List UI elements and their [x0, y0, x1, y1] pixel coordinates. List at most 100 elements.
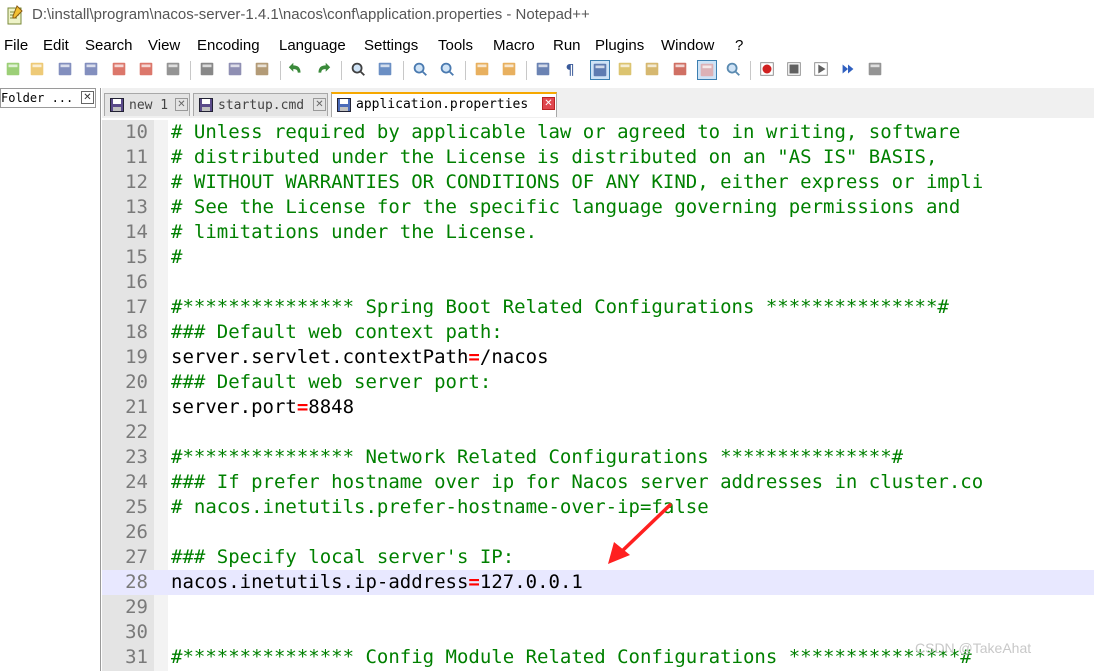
word-wrap-icon[interactable] — [534, 60, 554, 80]
code-line[interactable]: 24 ### If prefer hostname over ip for Nac… — [102, 470, 1094, 495]
code-line[interactable]: 19 server.servlet.contextPath=/nacos — [102, 345, 1094, 370]
code-line[interactable]: 17 #*************** Spring Boot Related C… — [102, 295, 1094, 320]
paste-icon[interactable] — [253, 60, 273, 80]
menu-search[interactable]: Search — [85, 37, 133, 54]
property-key: server.port — [171, 396, 297, 418]
copy-icon-glyph — [228, 62, 242, 76]
replace-icon-glyph — [378, 62, 392, 76]
code-line[interactable]: 23 #*************** Network Related Confi… — [102, 445, 1094, 470]
monitoring-icon[interactable] — [724, 60, 744, 80]
function-list-icon[interactable] — [643, 60, 663, 80]
toolbar-separator — [403, 61, 404, 80]
toolbar-separator — [190, 61, 191, 80]
close-all-icon[interactable] — [137, 60, 157, 80]
save-all-icon[interactable] — [82, 60, 102, 80]
tab-bar: new 1 ✕ startup.cmd ✕ application.properties… — [102, 88, 1094, 118]
code-line[interactable]: 26 — [102, 520, 1094, 545]
save-icon[interactable] — [56, 60, 76, 80]
new-file-icon[interactable] — [4, 60, 24, 80]
code-line[interactable]: 25 # nacos.inetutils.prefer-hostname-over… — [102, 495, 1094, 520]
sync-vertical-icon-glyph — [475, 62, 489, 76]
folder-panel-close-button[interactable]: ✕ — [81, 91, 94, 104]
menu-window[interactable]: Window — [661, 37, 714, 54]
document-map-icon-glyph — [618, 62, 632, 76]
code-line[interactable]: 13 # See the License for the specific lan… — [102, 195, 1094, 220]
code-line[interactable]: 21 server.port=8848 — [102, 395, 1094, 420]
save-all-icon-glyph — [84, 62, 98, 76]
play-macro-icon[interactable] — [812, 60, 832, 80]
code-line[interactable]: 29 — [102, 595, 1094, 620]
run-macro-multiple-icon[interactable] — [839, 60, 859, 80]
doc-list-icon[interactable] — [697, 60, 717, 80]
code-line[interactable]: 27 ### Specify local server's IP: — [102, 545, 1094, 570]
open-file-icon[interactable] — [28, 60, 48, 80]
sync-horizontal-icon[interactable] — [500, 60, 520, 80]
toolbar-separator — [526, 61, 527, 80]
code-line[interactable]: 12 # WITHOUT WARRANTIES OR CONDITIONS OF … — [102, 170, 1094, 195]
menu-edit[interactable]: Edit — [43, 37, 69, 54]
tab-close-button[interactable]: ✕ — [542, 97, 555, 110]
toolbar-separator — [341, 61, 342, 80]
find-icon[interactable] — [349, 60, 369, 80]
document-map-icon[interactable] — [616, 60, 636, 80]
menu-macro[interactable]: Macro — [493, 37, 535, 54]
close-icon[interactable] — [110, 60, 130, 80]
menu-run[interactable]: Run — [553, 37, 581, 54]
property-value: 8848 — [308, 396, 355, 418]
code-line[interactable]: 15 # — [102, 245, 1094, 270]
menu-plugins[interactable]: Plugins — [595, 37, 644, 54]
word-wrap-icon-glyph — [536, 62, 550, 76]
folder-as-workspace-icon[interactable] — [671, 60, 691, 80]
cut-icon-glyph — [200, 62, 214, 76]
code-line[interactable]: 10 # Unless required by applicable law or… — [102, 120, 1094, 145]
menu-view[interactable]: View — [148, 37, 180, 54]
menu-settings[interactable]: Settings — [364, 37, 418, 54]
code-line[interactable]: 18 ### Default web context path: — [102, 320, 1094, 345]
tab-application-properties[interactable]: application.properties ✕ — [331, 92, 557, 117]
code-line[interactable]: 20 ### Default web server port: — [102, 370, 1094, 395]
copy-icon[interactable] — [226, 60, 246, 80]
replace-icon[interactable] — [376, 60, 396, 80]
comment-text: #*************** Network Related Configu… — [171, 446, 904, 468]
print-icon[interactable] — [164, 60, 184, 80]
menu-file[interactable]: File — [4, 37, 28, 54]
paste-icon-glyph — [255, 62, 269, 76]
tab-startup-cmd[interactable]: startup.cmd ✕ — [193, 93, 328, 116]
tab-close-button[interactable]: ✕ — [313, 98, 326, 111]
zoom-out-icon-glyph — [440, 62, 454, 76]
menu-tools[interactable]: Tools — [438, 37, 473, 54]
editor-area[interactable]: 10 # Unless required by applicable law or… — [102, 120, 1094, 671]
redo-icon[interactable] — [314, 60, 334, 80]
assignment-operator: = — [468, 571, 480, 593]
menu-language[interactable]: Language — [279, 37, 346, 54]
zoom-in-icon[interactable] — [411, 60, 431, 80]
indent-guide-icon[interactable] — [590, 60, 610, 80]
show-all-chars-icon[interactable]: ¶ — [561, 60, 581, 80]
cut-icon[interactable] — [198, 60, 218, 80]
line-number: 23 — [125, 446, 148, 468]
menu-encoding[interactable]: Encoding — [197, 37, 260, 54]
line-number: 16 — [125, 271, 148, 293]
tab-close-button[interactable]: ✕ — [175, 98, 188, 111]
save-macro-icon[interactable] — [866, 60, 886, 80]
play-macro-icon-glyph — [814, 62, 828, 76]
zoom-out-icon[interactable] — [438, 60, 458, 80]
folder-panel-title: Folder ... — [1, 91, 74, 105]
tab-new-1[interactable]: new 1 ✕ — [104, 93, 190, 116]
code-line[interactable]: 14 # limitations under the License. — [102, 220, 1094, 245]
toolbar-separator — [280, 61, 281, 80]
comment-text: ### Default web server port: — [171, 371, 492, 393]
stop-macro-icon[interactable] — [785, 60, 805, 80]
tab-label: application.properties — [356, 97, 529, 112]
code-line[interactable]: 28 nacos.inetutils.ip-address=127.0.0.1 — [102, 570, 1094, 595]
record-macro-icon[interactable] — [758, 60, 778, 80]
code-line[interactable]: 22 — [102, 420, 1094, 445]
code-line[interactable]: 16 — [102, 270, 1094, 295]
sync-vertical-icon[interactable] — [473, 60, 493, 80]
menu-help[interactable]: ? — [735, 37, 743, 54]
undo-icon[interactable] — [287, 60, 307, 80]
code-line[interactable]: 11 # distributed under the License is dis… — [102, 145, 1094, 170]
line-number: 15 — [125, 246, 148, 268]
unsaved-file-icon — [110, 98, 124, 112]
menu-bar: File Edit Search View Encoding Language Settin… — [0, 34, 1094, 56]
